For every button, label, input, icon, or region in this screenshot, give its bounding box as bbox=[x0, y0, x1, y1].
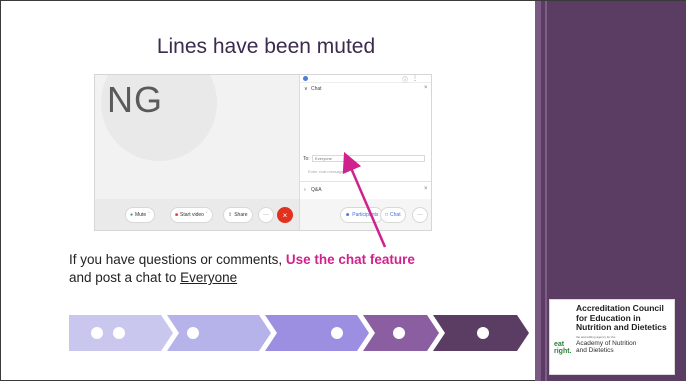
eatright-logo: eat right. bbox=[554, 340, 572, 355]
panel-topbar: ⓘ ⋮ bbox=[300, 75, 431, 84]
window-menu-icon: ⋮ bbox=[412, 76, 418, 82]
sidebar-stripe bbox=[535, 1, 541, 381]
chevron-3 bbox=[265, 315, 369, 351]
more-icon: ··· bbox=[263, 212, 269, 218]
meeting-toolbar: ● Mute ˇ ■ Start video ˇ ⇪ Share ··· × bbox=[95, 199, 299, 230]
share-icon: ⇪ bbox=[228, 212, 233, 218]
progress-dot-1 bbox=[91, 327, 103, 339]
chat-feature-highlight: Use the chat feature bbox=[285, 252, 415, 267]
panel-more-button[interactable]: ··· bbox=[412, 207, 428, 223]
instruction-part-2: and post a chat to bbox=[69, 270, 177, 285]
microphone-icon: ● bbox=[130, 212, 134, 218]
start-video-button[interactable]: ■ Start video ˇ bbox=[170, 207, 213, 223]
participant-initials: NG bbox=[107, 79, 163, 120]
panel-bottom-bar: ☻ Participants □ Chat ··· bbox=[300, 199, 431, 230]
end-call-button[interactable]: × bbox=[277, 207, 293, 223]
logo-line-3: Nutrition and Dietetics bbox=[576, 322, 667, 332]
participants-label: Participants bbox=[352, 212, 379, 218]
progress-dot-4 bbox=[331, 327, 343, 339]
participants-button[interactable]: ☻ Participants bbox=[340, 207, 384, 223]
sidebar-stripe-thin bbox=[545, 1, 547, 381]
acend-logo: Accreditation Council for Education in N… bbox=[549, 299, 675, 375]
recipient-value: Everyone bbox=[315, 156, 332, 161]
mute-label: Mute bbox=[135, 212, 147, 218]
logo-fine-print: the accrediting agency for the bbox=[576, 334, 616, 339]
progress-dot-5 bbox=[393, 327, 405, 339]
progress-dot-3 bbox=[187, 327, 199, 339]
video-off-icon: ■ bbox=[175, 212, 179, 218]
more-options-button[interactable]: ··· bbox=[258, 207, 274, 223]
progress-dot-6 bbox=[477, 327, 489, 339]
share-label: Share bbox=[234, 212, 248, 218]
more-icon: ··· bbox=[417, 212, 423, 218]
progress-dot-2 bbox=[113, 327, 125, 339]
participants-icon: ☻ bbox=[345, 212, 351, 218]
instruction-part-1: If you have questions or comments, bbox=[69, 252, 283, 267]
app-icon bbox=[303, 76, 308, 81]
chevron-down-icon: ˇ bbox=[148, 212, 150, 218]
everyone-underlined: Everyone bbox=[180, 270, 238, 285]
chat-close-icon[interactable]: × bbox=[424, 85, 428, 91]
info-icon: ⓘ bbox=[402, 78, 409, 84]
to-label: To: bbox=[303, 156, 310, 162]
academy-row: eat right. Academy of Nutrition and Diet… bbox=[554, 340, 670, 355]
close-icon: × bbox=[282, 210, 288, 220]
chat-header: Chat bbox=[311, 86, 322, 92]
slide: Lines have been muted NG ● Mute ˇ ■ Star… bbox=[0, 0, 686, 381]
qa-close-icon[interactable]: × bbox=[424, 186, 428, 192]
divider bbox=[300, 181, 431, 182]
video-area: NG bbox=[95, 75, 299, 199]
start-video-label: Start video bbox=[180, 212, 204, 218]
mute-button[interactable]: ● Mute ˇ bbox=[125, 207, 155, 223]
slide-title: Lines have been muted bbox=[156, 35, 376, 58]
chevron-progress-bar bbox=[69, 315, 529, 351]
chat-input[interactable]: Enter chat message bbox=[308, 169, 344, 174]
chevron-down-icon: ˇ bbox=[205, 212, 208, 218]
chat-icon: □ bbox=[385, 212, 389, 218]
share-button[interactable]: ⇪ Share bbox=[223, 207, 253, 223]
academy-name: Academy of Nutrition and Dietetics bbox=[576, 339, 637, 355]
meeting-screenshot: NG ● Mute ˇ ■ Start video ˇ ⇪ Share ··· … bbox=[94, 74, 432, 231]
chat-panel: ⓘ ⋮ ∨ Chat × To: Everyone Enter chat mes… bbox=[299, 75, 431, 230]
instruction-text: If you have questions or comments, Use t… bbox=[69, 251, 509, 287]
qa-header: Q&A bbox=[311, 187, 322, 193]
chat-button[interactable]: □ Chat bbox=[380, 207, 406, 223]
chat-label: Chat bbox=[390, 212, 401, 218]
chevron-right-icon[interactable]: › bbox=[304, 187, 306, 193]
recipient-select[interactable]: Everyone bbox=[312, 155, 425, 162]
chevron-2 bbox=[167, 315, 271, 351]
chevron-down-icon[interactable]: ∨ bbox=[304, 86, 308, 92]
